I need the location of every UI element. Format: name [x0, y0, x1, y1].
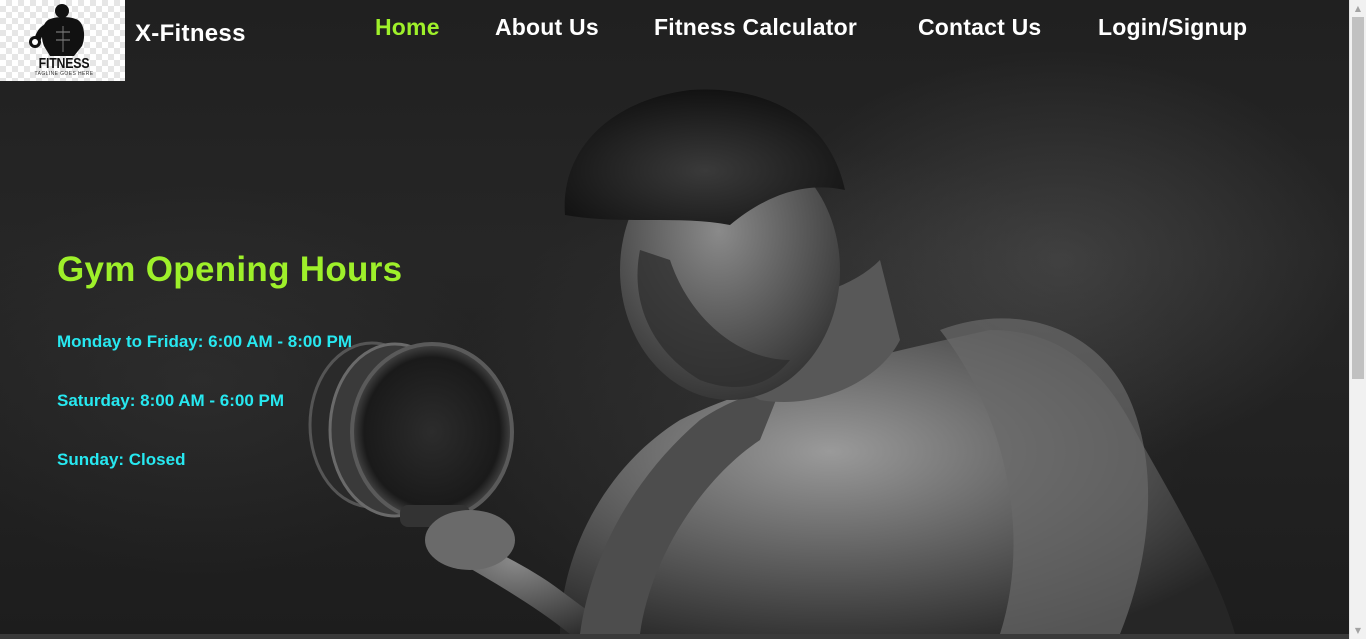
hours-saturday: Saturday: 8:00 AM - 6:00 PM	[57, 391, 285, 410]
logo[interactable]: FITNESS TAGLINE GOES HERE	[0, 0, 125, 81]
page: FITNESS TAGLINE GOES HERE X-Fitness Home…	[0, 0, 1366, 639]
scroll-up-icon[interactable]: ▲	[1350, 0, 1366, 17]
scroll-thumb[interactable]	[1352, 17, 1364, 379]
hours-title: Gym Opening Hours	[57, 250, 403, 289]
nav-login-signup[interactable]: Login/Signup	[1098, 14, 1247, 41]
nav-fitness-calculator[interactable]: Fitness Calculator	[654, 14, 857, 41]
brand-name[interactable]: X-Fitness	[135, 20, 246, 48]
nav-home[interactable]: Home	[375, 14, 440, 41]
bodybuilder-logo-icon	[29, 4, 85, 56]
logo-tagline: TAGLINE GOES HERE	[34, 71, 94, 77]
hours-sunday: Sunday: Closed	[57, 450, 186, 469]
page-scrollbar[interactable]: ▲ ▼	[1349, 0, 1366, 639]
bottom-strip	[0, 634, 1349, 639]
nav-about-us[interactable]: About Us	[495, 14, 599, 41]
nav-contact-us[interactable]: Contact Us	[918, 14, 1041, 41]
bodybuilder-with-dumbbell-image	[308, 89, 1235, 634]
hours-weekdays: Monday to Friday: 6:00 AM - 8:00 PM	[57, 332, 353, 351]
scroll-down-icon[interactable]: ▼	[1350, 622, 1366, 639]
logo-word: FITNESS	[38, 55, 90, 72]
